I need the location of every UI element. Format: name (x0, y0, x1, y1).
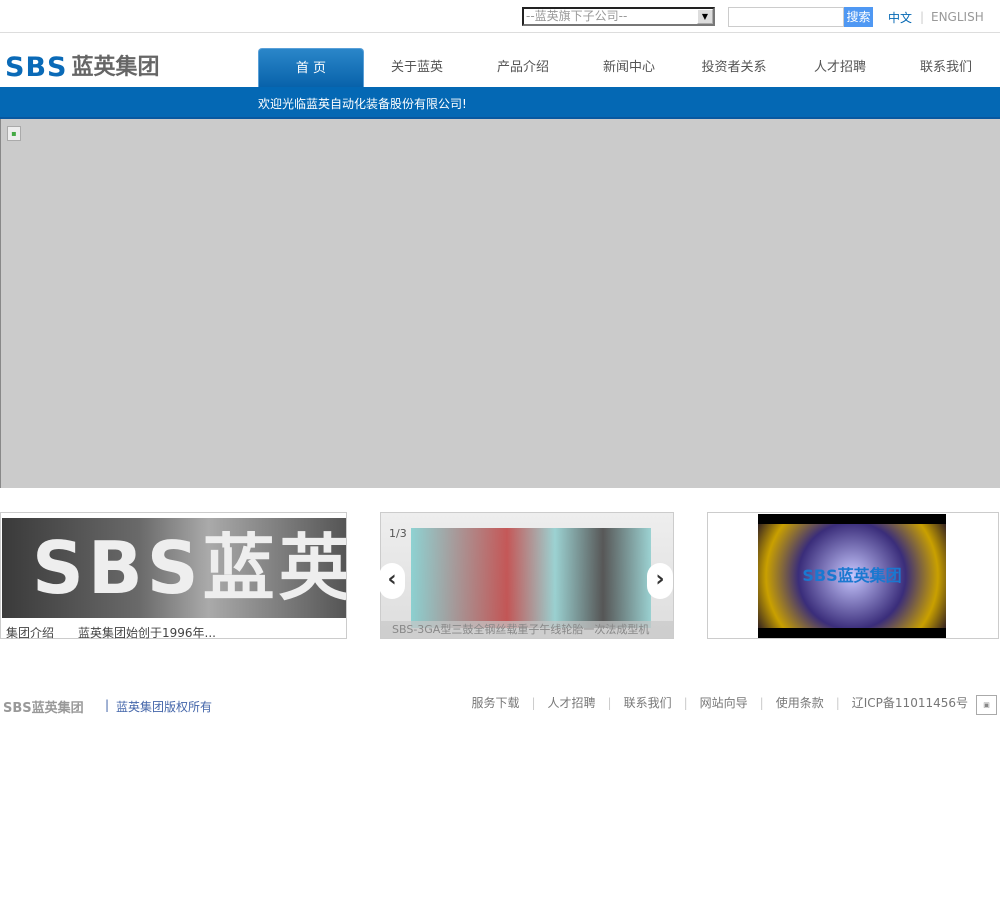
divider: | (607, 695, 612, 710)
nav-products[interactable]: 产品介绍 (470, 48, 576, 87)
slide-counter: 1/3 (389, 527, 407, 540)
footer-link-terms[interactable]: 使用条款 (776, 694, 824, 711)
intro-image-text: SBS蓝英集团 (32, 526, 346, 610)
product-slider: 1/3 SBS-3GA型三鼓全钢丝载重子午线轮胎一次法成型机 ‹ › (379, 512, 674, 639)
nav-contact[interactable]: 联系我们 (893, 48, 999, 87)
banner (0, 119, 1000, 488)
footer-link-downloads[interactable]: 服务下载 (471, 694, 519, 711)
video-panel: SBS蓝英集团 (707, 512, 999, 639)
lang-chinese-link[interactable]: 中文 (888, 9, 912, 26)
welcome-text: 欢迎光临蓝英自动化装备股份有限公司! (258, 97, 467, 111)
intro-desc[interactable]: 蓝英集团始创于1996年... (78, 624, 216, 641)
footer-links: 服务下载 | 人才招聘 | 联系我们 | 网站向导 | 使用条款 | 辽ICP备11011… (471, 694, 968, 711)
broken-image-icon: ▪ (7, 126, 21, 141)
chevron-down-icon[interactable]: ▼ (697, 9, 713, 24)
intro-title[interactable]: 集团介绍 (6, 624, 54, 641)
machine-image (411, 528, 651, 628)
footer-separator: | (105, 698, 110, 712)
video-thumbnail: SBS蓝英集团 (758, 524, 946, 628)
footer-link-contact[interactable]: 联系我们 (624, 694, 672, 711)
nav-careers[interactable]: 人才招聘 (787, 48, 893, 87)
divider: | (835, 695, 840, 710)
select-value: --蓝英旗下子公司-- (526, 9, 628, 23)
footer-link-icp[interactable]: 辽ICP备11011456号 (852, 694, 968, 711)
prev-arrow-icon[interactable]: ‹ (379, 563, 405, 599)
logo-sbs: SBS (5, 52, 68, 83)
product-image[interactable] (381, 513, 673, 638)
divider: | (531, 695, 536, 710)
divider: | (759, 695, 764, 710)
footer-link-careers[interactable]: 人才招聘 (548, 694, 596, 711)
next-arrow-icon[interactable]: › (647, 563, 673, 599)
intro-image[interactable]: SBS蓝英集团 (2, 518, 346, 618)
slide-caption[interactable]: SBS-3GA型三鼓全钢丝载重子午线轮胎一次法成型机 (381, 621, 673, 638)
logo-cn: 蓝英集团 (71, 55, 160, 80)
video-player[interactable]: SBS蓝英集团 (758, 514, 946, 638)
lang-separator: | (920, 10, 925, 24)
certificate-icon[interactable]: ▣ (976, 695, 997, 715)
divider: | (683, 695, 688, 710)
lang-english-link[interactable]: ENGLISH (931, 10, 984, 24)
search-input[interactable] (728, 7, 844, 27)
search-button[interactable]: 搜索 (844, 7, 873, 27)
copyright-link[interactable]: 蓝英集团版权所有 (116, 698, 212, 715)
nav-investors[interactable]: 投资者关系 (681, 48, 787, 87)
intro-panel[interactable]: SBS蓝英集团 集团介绍 蓝英集团始创于1996年... (0, 512, 347, 641)
logo[interactable]: SBS 蓝英集团 (5, 52, 160, 83)
nav-news[interactable]: 新闻中心 (576, 48, 682, 87)
welcome-bar (0, 87, 1000, 119)
nav-about[interactable]: 关于蓝英 (364, 48, 470, 87)
footer-logo: SBS蓝英集团 (3, 701, 84, 716)
nav-home[interactable]: 首 页 (258, 48, 364, 87)
footer-link-sitemap[interactable]: 网站向导 (700, 694, 748, 711)
subsidiary-select[interactable]: --蓝英旗下子公司-- ▼ (522, 7, 715, 26)
